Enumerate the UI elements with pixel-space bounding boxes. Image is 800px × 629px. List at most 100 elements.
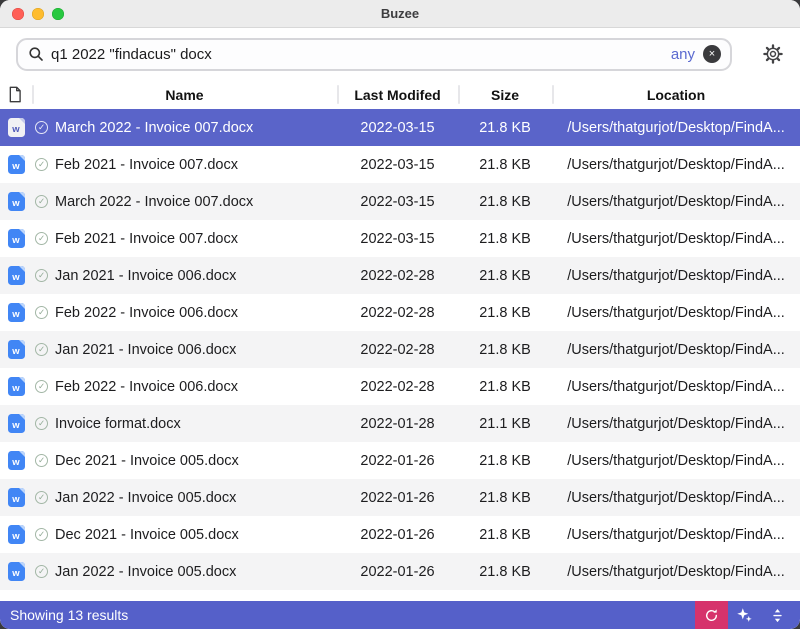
file-size: 21.8 KB xyxy=(458,268,552,284)
check-circle-icon: ✓ xyxy=(35,491,48,504)
file-location: /Users/thatgurjot/Desktop/FindA... xyxy=(552,342,800,358)
minimize-window-button[interactable] xyxy=(32,8,44,20)
table-row[interactable]: w ✓ Dec 2021 - Invoice 005.docx 2022-01-… xyxy=(0,516,800,553)
table-row[interactable]: w ✓ March 2022 - Invoice 007.docx 2022-0… xyxy=(0,109,800,146)
file-modified-date: 2022-01-26 xyxy=(337,564,458,580)
file-modified-date: 2022-03-15 xyxy=(337,194,458,210)
word-file-icon: w xyxy=(8,488,25,507)
table-row[interactable]: w ✓ Jan 2021 - Invoice 006.docx 2022-02-… xyxy=(0,257,800,294)
file-modified-date: 2022-01-26 xyxy=(337,453,458,469)
word-file-icon: w xyxy=(8,377,25,396)
column-header-filetype[interactable] xyxy=(0,80,32,109)
table-row[interactable]: w ✓ Feb 2022 - Invoice 006.docx 2022-02-… xyxy=(0,368,800,405)
file-size: 21.8 KB xyxy=(458,490,552,506)
file-location: /Users/thatgurjot/Desktop/FindA... xyxy=(552,157,800,173)
file-modified-date: 2022-01-26 xyxy=(337,527,458,543)
file-name: Feb 2022 - Invoice 006.docx xyxy=(55,305,238,321)
ai-search-button[interactable] xyxy=(728,601,761,629)
file-location: /Users/thatgurjot/Desktop/FindA... xyxy=(552,416,800,432)
file-location: /Users/thatgurjot/Desktop/FindA... xyxy=(552,379,800,395)
window-title: Buzee xyxy=(381,6,419,21)
file-name: March 2022 - Invoice 007.docx xyxy=(55,194,253,210)
scroll-fit-button[interactable] xyxy=(761,601,794,629)
settings-button[interactable] xyxy=(762,43,784,65)
table-row[interactable]: w ✓ Jan 2022 - Invoice 005.docx 2022-01-… xyxy=(0,553,800,590)
file-location: /Users/thatgurjot/Desktop/FindA... xyxy=(552,564,800,580)
word-file-icon: w xyxy=(8,155,25,174)
file-name: Dec 2021 - Invoice 005.docx xyxy=(55,527,239,543)
vertical-arrows-icon xyxy=(770,608,785,623)
file-size: 21.8 KB xyxy=(458,194,552,210)
zoom-window-button[interactable] xyxy=(52,8,64,20)
file-modified-date: 2022-02-28 xyxy=(337,268,458,284)
column-header-name[interactable]: Name xyxy=(32,80,337,109)
filter-scope-link[interactable]: any xyxy=(671,46,695,63)
table-row[interactable]: w ✓ Feb 2021 - Invoice 007.docx 2022-03-… xyxy=(0,146,800,183)
file-name: March 2022 - Invoice 007.docx xyxy=(55,120,253,136)
table-body: w ✓ March 2022 - Invoice 007.docx 2022-0… xyxy=(0,109,800,590)
file-name: Feb 2022 - Invoice 006.docx xyxy=(55,379,238,395)
check-circle-icon: ✓ xyxy=(35,195,48,208)
file-name: Jan 2021 - Invoice 006.docx xyxy=(55,268,236,284)
app-window: Buzee any × xyxy=(0,0,800,629)
search-query-field[interactable] xyxy=(51,46,671,63)
column-header-modified[interactable]: Last Modifed xyxy=(337,80,458,109)
statusbar-buttons xyxy=(695,601,800,629)
file-size: 21.8 KB xyxy=(458,564,552,580)
word-file-icon: w xyxy=(8,562,25,581)
status-bar: Showing 13 results xyxy=(0,601,800,629)
document-icon xyxy=(8,86,22,103)
file-size: 21.8 KB xyxy=(458,342,552,358)
table-row[interactable]: w ✓ Dec 2021 - Invoice 005.docx 2022-01-… xyxy=(0,442,800,479)
word-file-icon: w xyxy=(8,451,25,470)
column-header-size[interactable]: Size xyxy=(458,80,552,109)
file-size: 21.8 KB xyxy=(458,453,552,469)
table-row[interactable]: w ✓ Feb 2022 - Invoice 006.docx 2022-02-… xyxy=(0,294,800,331)
word-file-icon: w xyxy=(8,414,25,433)
search-input[interactable]: any × xyxy=(16,38,732,71)
file-location: /Users/thatgurjot/Desktop/FindA... xyxy=(552,490,800,506)
word-file-icon: w xyxy=(8,303,25,322)
table-row[interactable]: w ✓ Jan 2022 - Invoice 005.docx 2022-01-… xyxy=(0,479,800,516)
check-circle-icon: ✓ xyxy=(35,454,48,467)
check-circle-icon: ✓ xyxy=(35,417,48,430)
word-file-icon: w xyxy=(8,340,25,359)
file-name: Invoice format.docx xyxy=(55,416,181,432)
file-name: Jan 2021 - Invoice 006.docx xyxy=(55,342,236,358)
file-modified-date: 2022-03-15 xyxy=(337,120,458,136)
file-modified-date: 2022-03-15 xyxy=(337,157,458,173)
file-name: Feb 2021 - Invoice 007.docx xyxy=(55,231,238,247)
search-icon xyxy=(28,46,44,62)
close-window-button[interactable] xyxy=(12,8,24,20)
file-modified-date: 2022-01-28 xyxy=(337,416,458,432)
search-bar: any × xyxy=(0,28,800,80)
file-size: 21.8 KB xyxy=(458,305,552,321)
file-name: Dec 2021 - Invoice 005.docx xyxy=(55,453,239,469)
table-row[interactable]: w ✓ Jan 2021 - Invoice 006.docx 2022-02-… xyxy=(0,331,800,368)
file-location: /Users/thatgurjot/Desktop/FindA... xyxy=(552,120,800,136)
file-size: 21.1 KB xyxy=(458,416,552,432)
refresh-button[interactable] xyxy=(695,601,728,629)
table-row[interactable]: w ✓ March 2022 - Invoice 007.docx 2022-0… xyxy=(0,183,800,220)
table-row[interactable]: w ✓ Feb 2021 - Invoice 007.docx 2022-03-… xyxy=(0,220,800,257)
file-name: Feb 2021 - Invoice 007.docx xyxy=(55,157,238,173)
clear-search-icon[interactable]: × xyxy=(703,45,721,63)
file-modified-date: 2022-03-15 xyxy=(337,231,458,247)
file-size: 21.8 KB xyxy=(458,231,552,247)
file-size: 21.8 KB xyxy=(458,157,552,173)
titlebar: Buzee xyxy=(0,0,800,28)
file-name: Jan 2022 - Invoice 005.docx xyxy=(55,564,236,580)
word-file-icon: w xyxy=(8,118,25,137)
table-row[interactable]: w ✓ Invoice format.docx 2022-01-28 21.1 … xyxy=(0,405,800,442)
check-circle-icon: ✓ xyxy=(35,121,48,134)
check-circle-icon: ✓ xyxy=(35,343,48,356)
file-location: /Users/thatgurjot/Desktop/FindA... xyxy=(552,527,800,543)
gear-icon xyxy=(762,43,784,65)
check-circle-icon: ✓ xyxy=(35,528,48,541)
column-header-location[interactable]: Location xyxy=(552,80,800,109)
check-circle-icon: ✓ xyxy=(35,158,48,171)
results-count: Showing 13 results xyxy=(10,607,128,623)
word-file-icon: w xyxy=(8,229,25,248)
file-modified-date: 2022-02-28 xyxy=(337,305,458,321)
file-size: 21.8 KB xyxy=(458,120,552,136)
